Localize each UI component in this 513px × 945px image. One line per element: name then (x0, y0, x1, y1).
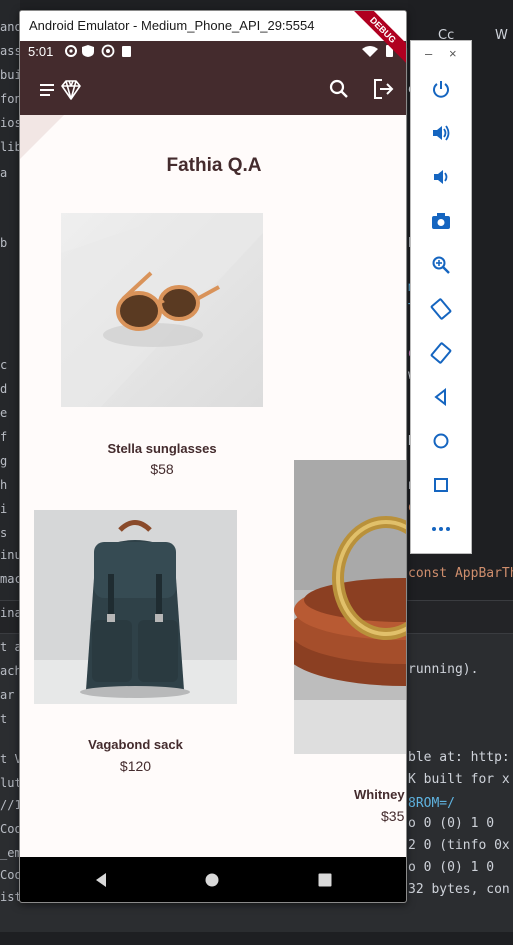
ide-code-line: ble at: http: (408, 750, 510, 765)
nav-back-icon[interactable] (93, 872, 109, 892)
overview-icon[interactable] (429, 473, 453, 497)
ide-code-line: const AppBarTh (408, 566, 513, 581)
ide-tree-item: b (0, 236, 8, 250)
ide-code-line: 8ROM=/ (408, 796, 455, 811)
ide-tree-item: ar (0, 688, 15, 702)
product-name: Vagabond sack (88, 737, 183, 752)
nav-recents-icon[interactable] (317, 872, 333, 892)
ide-code-line: running). (408, 662, 479, 677)
volume-up-icon[interactable] (429, 121, 453, 145)
home-icon[interactable] (429, 429, 453, 453)
ide-tree-item: a (0, 166, 8, 180)
product-image-belt[interactable] (294, 460, 406, 754)
ide-statusbar (0, 932, 513, 945)
product-name: Whitney (354, 787, 405, 802)
page-title: Fathia Q.A (166, 155, 262, 176)
ide-tree-item: s (0, 526, 8, 540)
power-icon[interactable] (429, 77, 453, 101)
cut-corner-decoration (20, 115, 64, 159)
volume-down-icon[interactable] (429, 165, 453, 189)
rotate-left-icon[interactable] (429, 297, 453, 321)
ide-tree-item: h (0, 478, 8, 492)
emulator-title: Android Emulator - Medium_Phone_API_29:5… (20, 11, 406, 41)
menu-icon[interactable] (38, 78, 84, 106)
ide-tab-label[interactable]: W (495, 28, 508, 43)
emulator-controls-panel: – × (410, 40, 472, 554)
product-name: Stella sunglasses (107, 441, 217, 456)
android-nav-bar (20, 857, 406, 902)
back-icon[interactable] (429, 385, 453, 409)
ide-tree-item: i (0, 502, 8, 516)
ide-tree-item: d (0, 382, 8, 396)
status-notification-icons (64, 44, 134, 61)
emulator-window: Android Emulator - Medium_Phone_API_29:5… (19, 10, 407, 903)
product-image-backpack[interactable] (34, 510, 237, 704)
product-image-sunglasses[interactable] (61, 213, 263, 407)
ide-tree-item: c (0, 358, 8, 372)
close-button[interactable]: × (449, 46, 457, 61)
ide-tree-item: g (0, 454, 8, 468)
ide-code-line: K built for x (408, 772, 510, 787)
ide-tree-item: e (0, 406, 8, 420)
ide-code-line: o 0 (0) 1 0 (408, 816, 495, 831)
ide-tree-item: f (0, 430, 8, 444)
app-bar (20, 65, 406, 115)
product-price: $35 (381, 808, 405, 824)
zoom-icon[interactable] (429, 253, 453, 277)
logout-icon[interactable] (372, 78, 396, 104)
rotate-right-icon[interactable] (429, 341, 453, 365)
ide-tree-item: t (0, 712, 8, 726)
search-icon[interactable] (328, 78, 350, 104)
product-grid: Fathia Q.A Stella sunglasses $58 Vagabon… (20, 115, 406, 857)
status-time: 5:01 (28, 44, 54, 59)
camera-icon[interactable] (429, 209, 453, 233)
product-price: $120 (119, 758, 152, 774)
nav-home-icon[interactable] (204, 872, 220, 892)
ide-code-line: o 0 (0) 1 0 (408, 860, 495, 875)
minimize-button[interactable]: – (425, 46, 432, 61)
android-status-bar: 5:01 (20, 41, 406, 65)
more-icon[interactable] (429, 517, 453, 541)
ide-code-line: 32 bytes, con (408, 882, 510, 897)
ide-code-line: 2 0 (tinfo 0x (408, 838, 510, 853)
product-price: $58 (150, 461, 174, 477)
